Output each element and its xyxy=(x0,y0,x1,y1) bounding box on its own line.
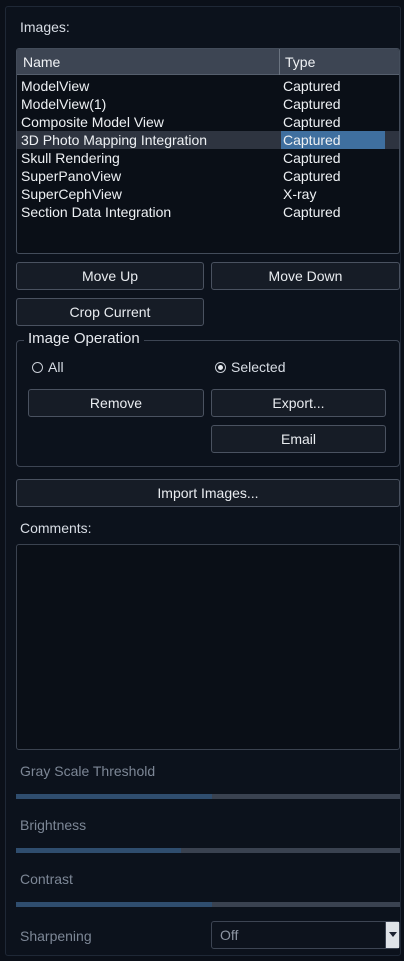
comments-textarea[interactable] xyxy=(16,544,400,750)
image-type: Captured xyxy=(283,96,341,112)
image-name: Skull Rendering xyxy=(21,150,120,166)
gray-scale-threshold-slider[interactable] xyxy=(16,794,400,799)
brightness-slider[interactable] xyxy=(16,848,400,853)
list-item[interactable]: ModelView Captured xyxy=(17,77,399,95)
image-type: Captured xyxy=(283,78,341,94)
image-name: 3D Photo Mapping Integration xyxy=(21,132,208,148)
image-name: ModelView xyxy=(21,78,90,94)
sharpening-label: Sharpening xyxy=(20,928,92,944)
export-button[interactable]: Export... xyxy=(211,389,386,417)
import-images-button[interactable]: Import Images... xyxy=(16,479,400,507)
gray-scale-threshold-fill xyxy=(16,794,212,799)
email-button[interactable]: Email xyxy=(211,425,386,453)
column-header-name[interactable]: Name xyxy=(23,54,60,70)
chevron-down-icon[interactable] xyxy=(385,922,399,948)
brightness-label: Brightness xyxy=(20,817,87,833)
image-type: Captured xyxy=(283,204,341,220)
image-type: Captured xyxy=(283,168,341,184)
image-type: Captured xyxy=(281,131,385,149)
image-type: Captured xyxy=(283,114,341,130)
radio-checked-icon[interactable] xyxy=(215,362,226,373)
list-header: Name Type xyxy=(17,49,399,75)
sharpening-value: Off xyxy=(220,927,239,943)
image-name: SuperCephView xyxy=(21,186,122,202)
contrast-fill xyxy=(16,902,212,907)
image-name: SuperPanoView xyxy=(21,168,122,184)
image-name: Composite Model View xyxy=(21,114,164,130)
gray-scale-threshold-label: Gray Scale Threshold xyxy=(20,763,156,779)
images-label: Images: xyxy=(20,19,70,35)
move-up-button[interactable]: Move Up xyxy=(16,262,204,290)
comments-label: Comments: xyxy=(20,520,92,536)
list-item[interactable]: 3D Photo Mapping Integration Captured xyxy=(17,131,399,149)
move-down-button[interactable]: Move Down xyxy=(211,262,400,290)
radio-selected-label[interactable]: Selected xyxy=(231,359,285,375)
crop-current-button[interactable]: Crop Current xyxy=(16,298,204,326)
radio-unchecked-icon[interactable] xyxy=(32,362,43,373)
contrast-slider[interactable] xyxy=(16,902,400,907)
column-header-type[interactable]: Type xyxy=(285,54,315,70)
image-operation-title: Image Operation xyxy=(24,330,144,347)
images-list[interactable]: Name Type ModelView Captured ModelView(1) C… xyxy=(16,48,400,254)
list-item[interactable]: SuperCephView X-ray xyxy=(17,185,399,203)
image-type: Captured xyxy=(283,150,341,166)
image-name: ModelView(1) xyxy=(21,96,107,112)
list-item[interactable]: Skull Rendering Captured xyxy=(17,149,399,167)
radio-all-label[interactable]: All xyxy=(48,359,64,375)
contrast-label: Contrast xyxy=(20,871,73,887)
image-name: Section Data Integration xyxy=(21,204,172,220)
sharpening-select[interactable]: Off xyxy=(211,921,400,949)
remove-button[interactable]: Remove xyxy=(28,389,204,417)
list-item[interactable]: ModelView(1) Captured xyxy=(17,95,399,113)
image-type: X-ray xyxy=(283,186,317,202)
list-item[interactable]: SuperPanoView Captured xyxy=(17,167,399,185)
brightness-fill xyxy=(16,848,182,853)
list-item[interactable]: Composite Model View Captured xyxy=(17,113,399,131)
list-item[interactable]: Section Data Integration Captured xyxy=(17,203,399,221)
column-divider[interactable] xyxy=(279,49,280,75)
